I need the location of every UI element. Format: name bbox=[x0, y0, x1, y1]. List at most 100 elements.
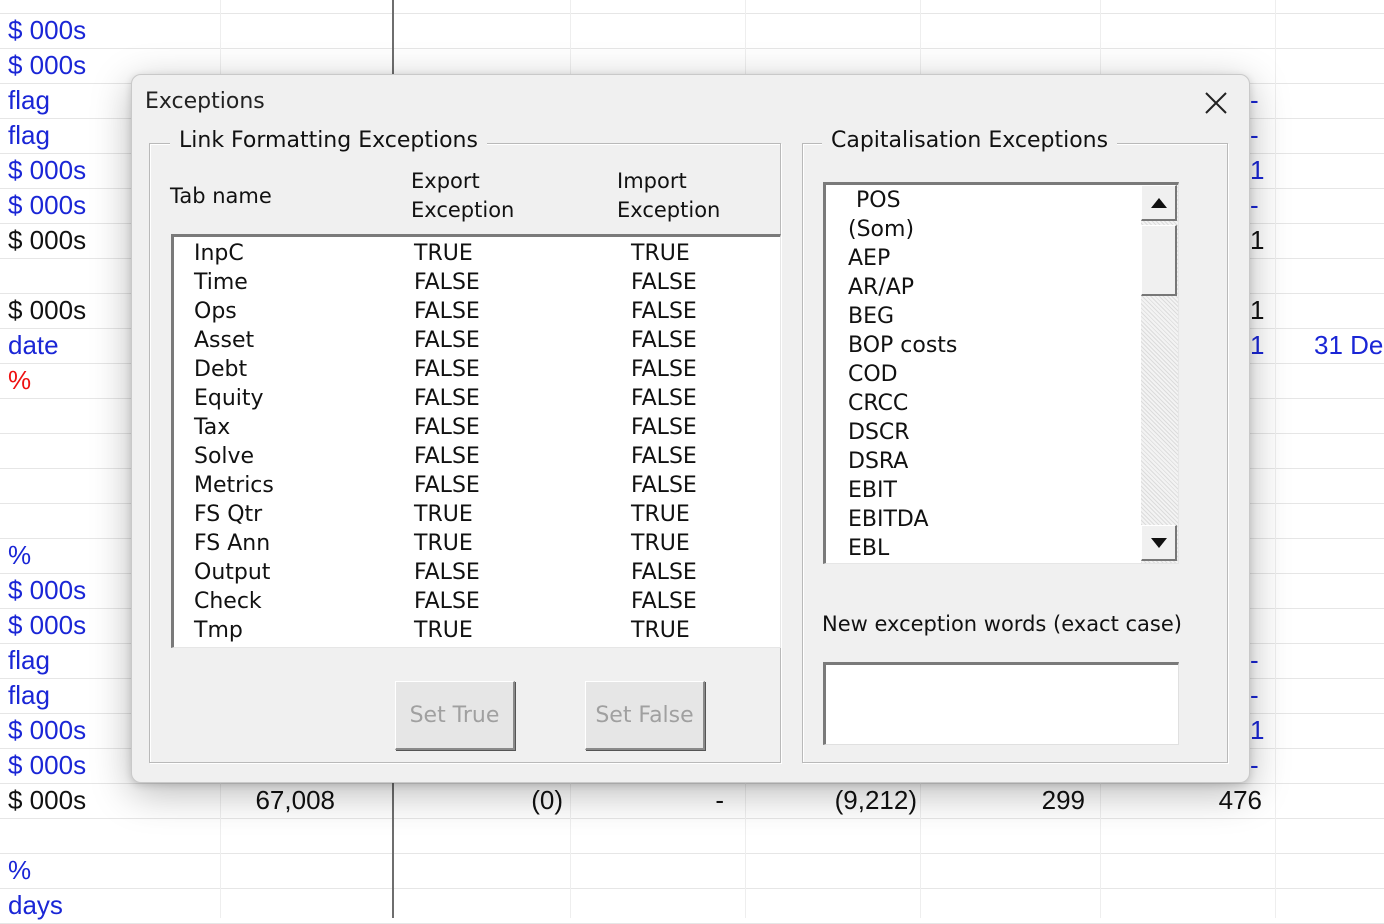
exceptions-dialog: Exceptions Link Formatting Exceptions Ta… bbox=[131, 74, 1250, 783]
date-cell[interactable]: 31 De bbox=[1314, 330, 1383, 360]
tab-row[interactable]: Check FALSE FALSE bbox=[174, 587, 780, 616]
total-cell[interactable]: (0) bbox=[531, 785, 563, 815]
capitalisation-item[interactable]: DSCR bbox=[848, 418, 910, 447]
cell-fragment[interactable]: 1 bbox=[1250, 330, 1264, 360]
new-words-label: New exception words (exact case) bbox=[822, 612, 1182, 636]
capitalisation-item[interactable]: (Som) bbox=[848, 215, 914, 244]
cell-fragment[interactable]: - bbox=[1250, 85, 1259, 115]
cell-fragment[interactable]: 1 bbox=[1250, 155, 1264, 185]
capitalisation-item[interactable]: EBITDA bbox=[848, 505, 929, 534]
tab-row[interactable]: Metrics FALSE FALSE bbox=[174, 471, 780, 500]
import-exception-cell: TRUE bbox=[631, 618, 690, 643]
set-false-label: Set False bbox=[595, 702, 694, 728]
tab-row[interactable]: Equity FALSE FALSE bbox=[174, 384, 780, 413]
set-false-button[interactable]: Set False bbox=[585, 681, 705, 750]
total-cell[interactable]: 67,008 bbox=[255, 785, 335, 815]
tab-row[interactable]: Time FALSE FALSE bbox=[174, 268, 780, 297]
tab-row[interactable]: Tmp TRUE TRUE bbox=[174, 616, 780, 645]
tab-name-cell: Output bbox=[194, 560, 271, 585]
cell-fragment[interactable]: 1 bbox=[1250, 225, 1264, 255]
capitalisation-item[interactable]: COD bbox=[848, 360, 898, 389]
import-exception-cell: TRUE bbox=[631, 241, 690, 266]
capitalisation-item[interactable]: POS bbox=[856, 186, 901, 215]
unit-cell[interactable]: $ 000s bbox=[8, 785, 86, 815]
tab-name-cell: Metrics bbox=[194, 473, 274, 498]
tab-row[interactable]: Tax FALSE FALSE bbox=[174, 413, 780, 442]
capitalisation-item[interactable]: BEG bbox=[848, 302, 894, 331]
capitalisation-item[interactable]: AEP bbox=[848, 244, 890, 273]
total-cell[interactable]: (9,212) bbox=[835, 785, 917, 815]
unit-cell[interactable]: $ 000s bbox=[8, 610, 86, 640]
unit-cell[interactable]: % bbox=[8, 540, 31, 570]
tab-row[interactable]: Ops FALSE FALSE bbox=[174, 297, 780, 326]
unit-cell[interactable]: $ 000s bbox=[8, 155, 86, 185]
scroll-down-button[interactable] bbox=[1141, 525, 1177, 561]
unit-cell[interactable]: $ 000s bbox=[8, 295, 86, 325]
close-icon bbox=[1205, 92, 1227, 114]
total-cell[interactable]: 299 bbox=[1042, 785, 1085, 815]
import-exception-cell: FALSE bbox=[631, 473, 697, 498]
tab-row[interactable]: InpC TRUE TRUE bbox=[174, 239, 780, 268]
export-exception-cell: TRUE bbox=[414, 241, 473, 266]
unit-cell[interactable]: $ 000s bbox=[8, 575, 86, 605]
tab-name-cell: Ops bbox=[194, 299, 237, 324]
tab-row[interactable]: FS Ann TRUE TRUE bbox=[174, 529, 780, 558]
cell-fragment[interactable]: - bbox=[1250, 190, 1259, 220]
tab-row[interactable]: Output FALSE FALSE bbox=[174, 558, 780, 587]
unit-cell[interactable]: $ 000s bbox=[8, 225, 86, 255]
unit-cell[interactable]: % bbox=[8, 365, 31, 395]
capitalisation-item[interactable]: CRCC bbox=[848, 389, 908, 418]
capitalisation-item[interactable]: EBIT bbox=[848, 476, 897, 505]
new-words-input[interactable] bbox=[823, 662, 1179, 745]
total-cell[interactable]: 476 bbox=[1219, 785, 1262, 815]
unit-cell[interactable]: flag bbox=[8, 645, 50, 675]
unit-cell[interactable]: flag bbox=[8, 85, 50, 115]
capitalisation-item[interactable]: AR/AP bbox=[848, 273, 914, 302]
tab-row[interactable]: Debt FALSE FALSE bbox=[174, 355, 780, 384]
unit-cell[interactable]: $ 000s bbox=[8, 715, 86, 745]
tab-name-cell: Check bbox=[194, 589, 262, 614]
import-exception-cell: FALSE bbox=[631, 328, 697, 353]
cell-fragment[interactable]: - bbox=[1250, 645, 1259, 675]
cell-fragment[interactable]: - bbox=[1250, 680, 1259, 710]
tab-exceptions-list[interactable]: InpC TRUE TRUE Time FALSE FALSE Ops FALSE FALSE A… bbox=[171, 234, 781, 648]
cell-fragment[interactable]: 1 bbox=[1250, 295, 1264, 325]
tab-row[interactable]: Solve FALSE FALSE bbox=[174, 442, 780, 471]
export-exception-cell: FALSE bbox=[414, 444, 480, 469]
capitalisation-item[interactable]: EBL bbox=[848, 534, 889, 563]
capitalisation-list[interactable]: POS (Som) AEP AR/AP BEG BOP costs COD CRCC DSCR D… bbox=[823, 182, 1179, 564]
capitalisation-scrollbar[interactable] bbox=[1141, 185, 1178, 563]
scroll-up-button[interactable] bbox=[1141, 185, 1177, 221]
cell-fragment[interactable]: - bbox=[1250, 120, 1259, 150]
import-exception-cell: FALSE bbox=[631, 415, 697, 440]
unit-cell[interactable]: days bbox=[8, 890, 63, 920]
unit-cell[interactable]: flag bbox=[8, 680, 50, 710]
cell-fragment[interactable]: 1 bbox=[1250, 715, 1264, 745]
scroll-thumb[interactable] bbox=[1141, 225, 1177, 296]
close-button[interactable] bbox=[1190, 83, 1242, 123]
col-header-export: Export Exception bbox=[411, 167, 514, 225]
unit-cell[interactable]: date bbox=[8, 330, 59, 360]
unit-cell[interactable]: $ 000s bbox=[8, 15, 86, 45]
import-exception-cell: TRUE bbox=[631, 531, 690, 556]
capitalisation-item[interactable]: DSRA bbox=[848, 447, 908, 476]
cell-fragment[interactable]: - bbox=[1250, 750, 1259, 780]
capitalisation-item[interactable]: BOP costs bbox=[848, 331, 957, 360]
export-exception-cell: FALSE bbox=[414, 415, 480, 440]
tab-name-cell: FS Qtr bbox=[194, 502, 263, 527]
export-exception-cell: TRUE bbox=[414, 531, 473, 556]
tab-name-cell: InpC bbox=[194, 241, 244, 266]
tab-row[interactable]: FS Qtr TRUE TRUE bbox=[174, 500, 780, 529]
unit-cell[interactable]: flag bbox=[8, 120, 50, 150]
import-exception-cell: TRUE bbox=[631, 502, 690, 527]
export-exception-cell: TRUE bbox=[414, 502, 473, 527]
export-exception-cell: TRUE bbox=[414, 618, 473, 643]
unit-cell[interactable]: $ 000s bbox=[8, 50, 86, 80]
total-cell[interactable]: - bbox=[715, 785, 724, 815]
unit-cell[interactable]: % bbox=[8, 855, 31, 885]
unit-cell[interactable]: $ 000s bbox=[8, 190, 86, 220]
triangle-down-icon bbox=[1150, 537, 1167, 548]
tab-row[interactable]: Asset FALSE FALSE bbox=[174, 326, 780, 355]
unit-cell[interactable]: $ 000s bbox=[8, 750, 86, 780]
set-true-button[interactable]: Set True bbox=[395, 681, 515, 750]
